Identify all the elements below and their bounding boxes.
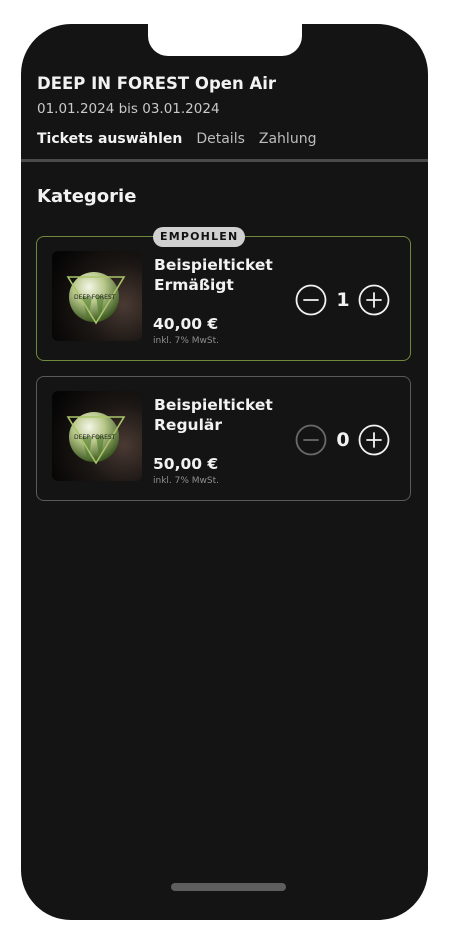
notch xyxy=(148,24,302,56)
ticket-name: Beispielticket Regulär xyxy=(154,396,273,434)
decrease-quantity-button[interactable] xyxy=(295,424,327,456)
quantity-value: 0 xyxy=(336,429,350,451)
plus-circle-icon xyxy=(358,284,390,316)
event-date-range: 01.01.2024 bis 03.01.2024 xyxy=(37,101,220,117)
phone-screen: DEEP IN FOREST Open Air 01.01.2024 bis 0… xyxy=(21,24,428,920)
minus-circle-icon xyxy=(295,284,327,316)
ticket-price: 40,00 € xyxy=(153,315,219,333)
step-details[interactable]: Details xyxy=(196,131,245,147)
checkout-steps: Tickets auswählen Details Zahlung xyxy=(37,131,316,147)
increase-quantity-button[interactable] xyxy=(358,284,390,316)
ticket-tax-note: inkl. 7% MwSt. xyxy=(153,336,220,346)
step-tickets[interactable]: Tickets auswählen xyxy=(37,131,182,147)
decrease-quantity-button[interactable] xyxy=(295,284,327,316)
section-title: Kategorie xyxy=(37,186,137,207)
minus-circle-icon xyxy=(295,424,327,456)
event-title: DEEP IN FOREST Open Air xyxy=(37,74,277,93)
ticket-card[interactable]: EMPOHLEN DEEP·FOREST Beispielticket Ermä… xyxy=(36,227,411,361)
home-indicator[interactable] xyxy=(171,883,286,891)
ticket-price: 50,00 € xyxy=(153,455,219,473)
increase-quantity-button[interactable] xyxy=(358,424,390,456)
header-divider xyxy=(21,159,428,162)
ticket-tax-note: inkl. 7% MwSt. xyxy=(153,476,220,486)
recommended-badge: EMPOHLEN xyxy=(153,227,246,247)
ticket-card[interactable]: DEEP·FOREST Beispielticket Regulär 50,00… xyxy=(36,376,411,501)
ticket-name: Beispielticket Ermäßigt xyxy=(154,256,273,294)
quantity-value: 1 xyxy=(336,289,350,311)
deep-in-forest-logo-icon: DEEP·FOREST xyxy=(52,251,142,341)
svg-text:DEEP·FOREST: DEEP·FOREST xyxy=(74,294,116,301)
step-payment[interactable]: Zahlung xyxy=(259,131,317,147)
svg-text:DEEP·FOREST: DEEP·FOREST xyxy=(74,434,116,441)
plus-circle-icon xyxy=(358,424,390,456)
deep-in-forest-logo-icon: DEEP·FOREST xyxy=(52,391,142,481)
